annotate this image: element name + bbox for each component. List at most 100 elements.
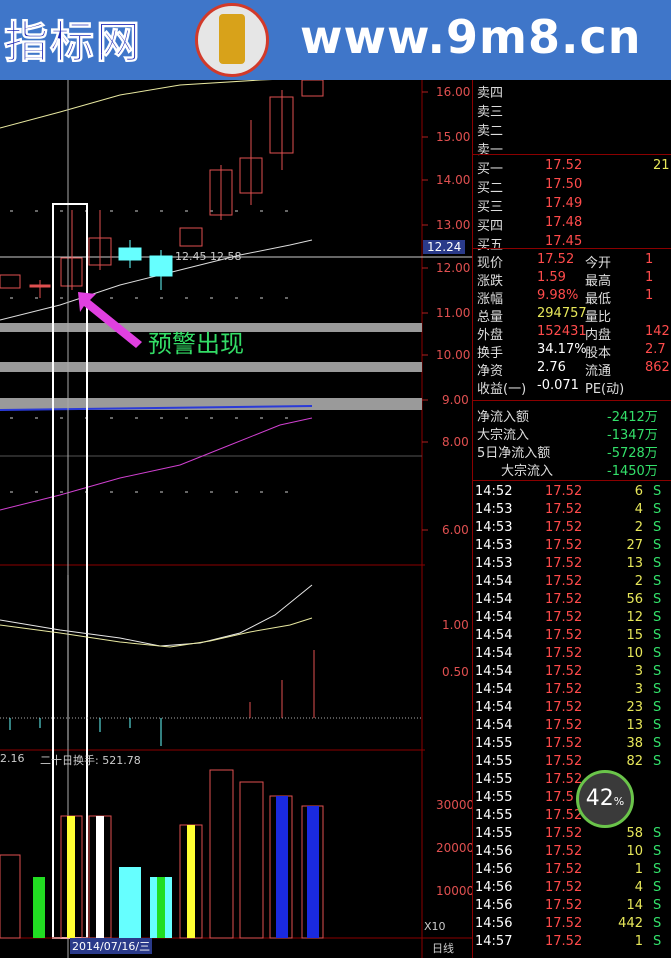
tick-side: S [653,574,662,589]
tick-side: S [653,664,662,679]
indicator-tick-2: 0.50 [442,665,469,679]
stat-value: -0.071 [537,378,579,393]
price-tick-5: 12.00 [436,261,471,275]
flow-label: 大宗流入 [477,428,530,443]
stat-label-2: 今开 [585,256,612,271]
stat-label-2: 内盘 [585,328,612,343]
buy-level-volume: 21 [653,158,670,173]
tick-time: 14:55 [475,736,513,751]
buy-level-price: 17.52 [545,158,583,173]
flow-value: -5728万 [607,446,658,461]
stat-value-2: 2.7 [645,342,666,357]
tick-side: S [653,610,662,625]
kline-chart[interactable]: 16.00 15.00 14.00 13.00 12.00 11.00 10.0… [0,80,475,958]
buy-level-label: 买五 [477,238,504,253]
tick-time: 14:54 [475,610,513,625]
tick-side: S [653,502,662,517]
stat-value-2: 1 [645,270,654,285]
buy-level-price: 17.50 [545,177,583,192]
price-tick-10: 6.00 [442,523,469,537]
volume-header: 二十日换手: 521.78 [40,754,141,767]
tick-volume: 13 [626,718,643,733]
price-tick-6: 11.00 [436,306,471,320]
tick-side: S [653,700,662,715]
tick-side: S [653,736,662,751]
chart-canvas [0,80,472,958]
stat-value: 17.52 [537,252,575,267]
tick-price: 17.52 [545,826,583,841]
stat-label: 总量 [477,310,504,325]
date-label: 2014/07/16/三 [70,938,153,954]
volume-tick-2: 20000 [436,841,475,855]
sell-level-label: 卖三 [477,105,504,120]
stat-label: 收益(一) [477,382,527,397]
stat-label-2: 量比 [585,310,612,325]
stat-value: 152431 [537,324,587,339]
tick-price: 17.52 [545,880,583,895]
tick-side: S [653,646,662,661]
stat-label: 涨跌 [477,274,504,289]
tick-time: 14:54 [475,700,513,715]
stat-label: 外盘 [477,328,504,343]
flow-label: 大宗流入 [501,464,554,479]
tick-volume: 6 [634,484,643,499]
tick-volume: 38 [626,736,643,751]
tick-price: 17.52 [545,664,583,679]
tick-price: 17.5 [545,790,574,805]
gauge-unit: % [613,795,625,808]
tick-side: S [653,538,662,553]
tick-volume: 4 [634,880,643,895]
tick-volume: 23 [626,700,643,715]
tick-volume: 442 [618,916,643,931]
tick-time: 14:54 [475,628,513,643]
tick-time: 14:53 [475,502,513,517]
tick-time: 14:56 [475,844,513,859]
gauge-value: 42 [585,786,614,811]
price-tick-3: 14.00 [436,173,471,187]
tick-side: S [653,718,662,733]
tick-side: S [653,682,662,697]
tick-volume: 13 [626,556,643,571]
tick-price: 17.52 [545,862,583,877]
tick-time: 14:56 [475,898,513,913]
tick-volume: 2 [634,520,643,535]
tick-price: 17.52 [545,772,583,787]
tick-price: 17.52 [545,934,583,949]
tick-time: 14:56 [475,862,513,877]
stat-value-2: 1 [645,252,654,267]
quote-panel: 卖四 卖三 卖二 卖一 买一 17.52 21 买二 17.50 买三 17.49 买四 17.48 买… [472,80,671,958]
period-label[interactable]: 日线 [432,940,454,956]
tick-side: S [653,844,662,859]
tick-volume: 10 [626,646,643,661]
flow-value: -1450万 [607,464,658,479]
buy-level-label: 买四 [477,219,504,234]
tick-time: 14:54 [475,718,513,733]
tick-time: 14:55 [475,808,513,823]
tick-price: 17.52 [545,736,583,751]
price-tick-2: 15.00 [436,130,471,144]
tick-price: 17.52 [545,682,583,697]
stat-label: 现价 [477,256,504,271]
tick-side: S [653,556,662,571]
stat-label-2: PE(动) [585,382,625,397]
sell-level-label: 卖二 [477,124,504,139]
tick-time: 14:55 [475,790,513,805]
stat-value: 294757 [537,306,587,321]
buy-level-price: 17.45 [545,234,583,249]
flow-label: 净流入额 [477,410,530,425]
price-tick-8: 9.00 [442,393,469,407]
tick-time: 14:53 [475,556,513,571]
flow-value: -2412万 [607,410,658,425]
tick-price: 17.52 [545,502,583,517]
site-banner: 指标网 www.9m8.cn [0,0,671,80]
tick-price: 17.52 [545,898,583,913]
tick-price: 17.52 [545,844,583,859]
stat-label: 净资 [477,364,504,379]
tick-volume: 27 [626,538,643,553]
tick-volume: 10 [626,844,643,859]
tick-volume: 4 [634,502,643,517]
price-tick-9: 8.00 [442,435,469,449]
tick-volume: 3 [634,682,643,697]
tick-side: S [653,862,662,877]
stat-value: 34.17% [537,342,587,357]
